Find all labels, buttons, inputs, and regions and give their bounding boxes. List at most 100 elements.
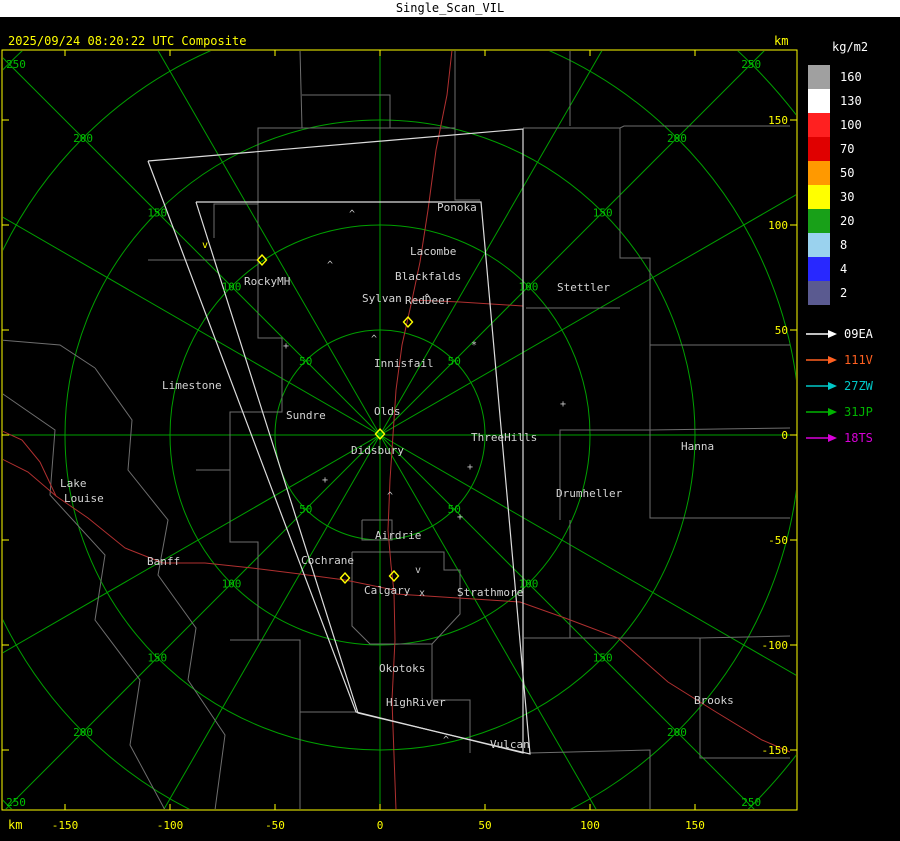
radar-id-label: 111V [844,353,873,367]
scale-swatch [808,257,830,281]
town-marker: x [419,588,425,599]
scale-row: 2 [800,281,900,305]
radar-legend-row: 18TS [800,425,900,451]
radar-id-label: 27ZW [844,379,873,393]
city-label: Hanna [681,440,714,453]
county-boundary [302,94,391,129]
y-axis-label: 0 [781,429,788,442]
scale-value-label: 8 [840,238,848,252]
y-axis-label: -150 [762,744,789,757]
radar-arrow-icon [806,356,837,364]
range-label: 150 [593,652,613,665]
radar-viewer-window: Single_Scan_VIL 2025/09/24 08:20:22 UTC … [0,0,900,841]
scale-swatch [808,89,830,113]
town-marker: + [560,399,566,410]
x-axis-label: 100 [580,819,600,832]
county-boundary [3,339,96,369]
y-axis-label: 150 [768,114,788,127]
scale-value-label: 30 [840,190,855,204]
scan-boundary [147,128,524,754]
town-marker: ^ [327,260,333,271]
scale-row: 4 [800,257,900,281]
y-axis-label: -100 [762,639,789,652]
town-marker: v [415,565,421,576]
town-marker: ^ [387,491,393,502]
scale-swatch [808,113,830,137]
county-boundary [699,635,791,639]
range-label: 50 [299,503,312,516]
scale-value-label: 2 [840,286,848,300]
county-boundary [3,393,166,809]
range-label: 100 [222,577,242,590]
scale-swatch [808,185,830,209]
range-label: 150 [593,206,613,219]
scale-swatch [808,137,830,161]
county-boundary [94,367,226,809]
highway-line [3,430,57,497]
city-label: Strathmore [457,586,523,599]
range-label: 150 [147,206,167,219]
legend-unit-label: kg/m2 [832,40,869,54]
city-label: Brooks [694,694,734,707]
radar-legend-row: 27ZW [800,373,900,399]
radar-legend-row: 09EA [800,321,900,347]
radar-legend-row: 31JP [800,399,900,425]
town-marker: + [457,512,463,523]
radar-arrow-icon [806,330,837,338]
scale-row: 8 [800,233,900,257]
scale-value-label: 130 [840,94,862,108]
scale-row: 50 [800,161,900,185]
radar-id-label: 18TS [844,431,873,445]
range-label: 100 [222,281,242,294]
x-axis-label: -50 [265,819,285,832]
city-label: Ponoka [437,201,477,214]
town-marker: v [202,240,208,251]
radar-map-canvas: 50 100 150 200 250 50 100 150 200 250 50 100 150 200 2… [1,49,798,832]
scale-row: 100 [800,113,900,137]
range-label: 50 [299,355,312,368]
town-marker: ^ [443,735,449,746]
city-label: Banff [147,555,180,568]
range-label: 200 [73,132,93,145]
scale-value-label: 70 [840,142,855,156]
city-label: Lacombe [410,245,456,258]
x-axis-label: 0 [377,819,384,832]
city-label: Limestone [162,379,222,392]
city-label: Drumheller [556,487,623,500]
city-label: Stettler [557,281,610,294]
town-marker: ^ [349,209,355,220]
range-label: 200 [667,726,687,739]
scale-row: 20 [800,209,900,233]
city-label: Vulcan [490,738,530,751]
radar-arrow-icon [806,434,837,442]
county-boundary [454,128,480,201]
scale-value-label: 4 [840,262,848,276]
county-boundary [619,128,790,346]
range-label: 250 [741,796,761,809]
scale-swatch [808,281,830,305]
map-layers: 50 100 150 200 250 50 100 150 200 250 50 100 150 200 2… [3,51,796,809]
county-boundary [649,345,790,519]
y-axis-label: 50 [775,324,788,337]
city-label: Sylvan [362,292,402,305]
town-marker: + [467,462,473,473]
city-label: Olds [374,405,401,418]
radar-id-label: 09EA [844,327,873,341]
radar-site-icon [339,571,351,585]
city-label: ThreeHills [471,431,537,444]
y-axis-label: 100 [768,219,788,232]
county-boundary [523,125,790,129]
county-boundary [559,429,650,520]
range-label: 200 [73,726,93,739]
radar-arrow-icon [806,382,837,390]
scale-value-label: 20 [840,214,855,228]
city-label: Cochrane [301,554,354,567]
scale-row: 70 [800,137,900,161]
county-boundary [229,470,259,641]
x-axis-label: -150 [52,819,79,832]
legend-panel: kg/m2 160 130 100 70 50 30 20 8 4 2 09EA 111V 27ZW 3… [800,40,900,451]
scale-value-label: 50 [840,166,855,180]
y-axis-label: -50 [768,534,788,547]
range-label: 100 [519,281,539,294]
county-boundary [390,51,456,129]
